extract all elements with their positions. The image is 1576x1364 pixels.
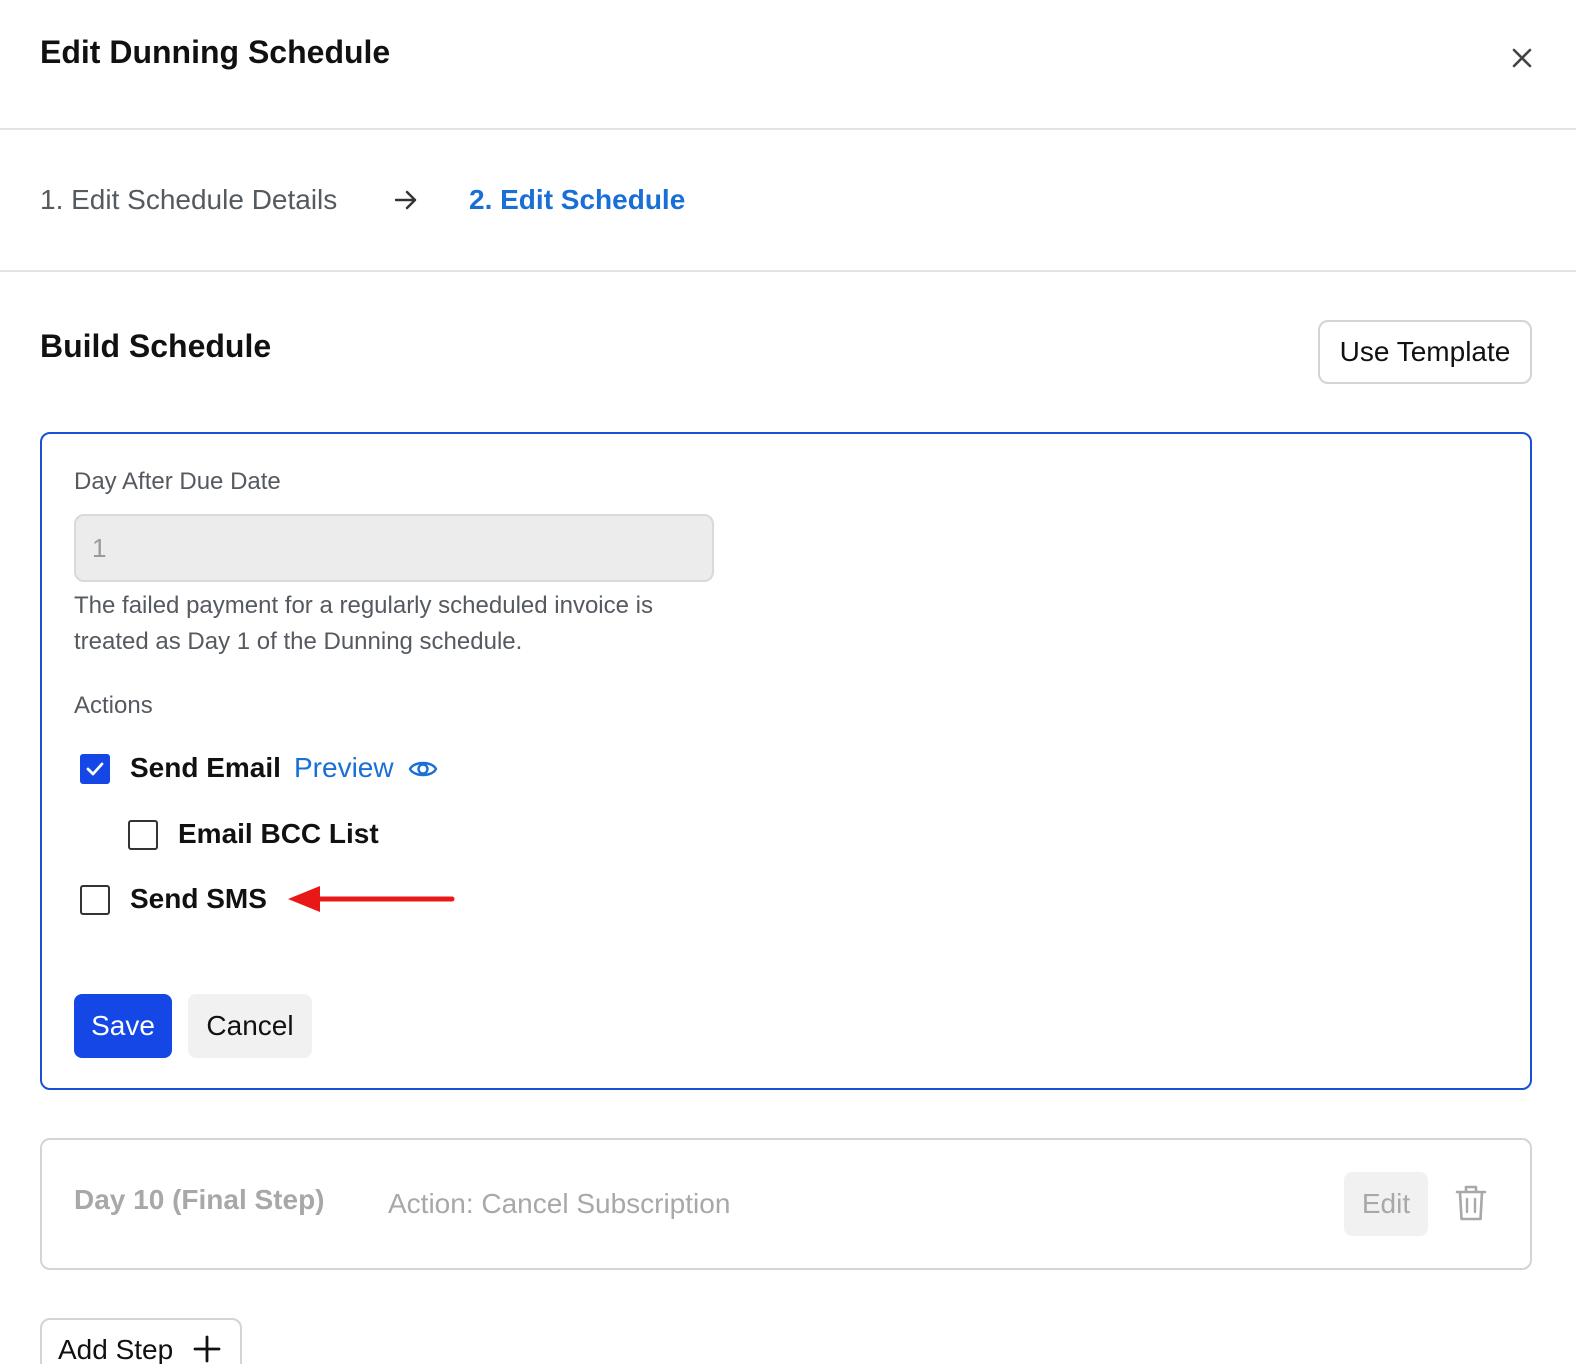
modal-header: Edit Dunning Schedule [0, 0, 1576, 130]
step-edit-schedule-details[interactable]: 1. Edit Schedule Details [40, 184, 337, 216]
send-sms-checkbox[interactable] [80, 885, 110, 915]
final-step-card: Day 10 (Final Step) Action: Cancel Subsc… [40, 1138, 1532, 1270]
plus-icon [193, 1335, 221, 1363]
final-step-action: Action: Cancel Subscription [388, 1188, 731, 1219]
close-icon[interactable] [1506, 42, 1538, 74]
edit-final-step-button[interactable]: Edit [1344, 1172, 1428, 1236]
final-step-title: Day 10 (Final Step) [74, 1184, 325, 1215]
checkmark-icon [86, 762, 104, 776]
schedule-step-editor: Day After Due Date The failed payment fo… [40, 432, 1532, 1090]
send-email-checkbox[interactable] [80, 754, 110, 784]
modal-title: Edit Dunning Schedule [40, 34, 391, 70]
email-bcc-list-label[interactable]: Email BCC List [178, 818, 379, 850]
trash-icon[interactable] [1454, 1184, 1488, 1222]
stepper: 1. Edit Schedule Details 2. Edit Schedul… [0, 130, 1576, 272]
use-template-button[interactable]: Use Template [1318, 320, 1532, 384]
day-after-due-date-label: Day After Due Date [74, 468, 281, 495]
preview-link[interactable]: Preview [294, 752, 394, 784]
step-edit-schedule[interactable]: 2. Edit Schedule [469, 184, 685, 216]
actions-label: Actions [74, 692, 153, 719]
eye-icon[interactable] [408, 754, 438, 784]
red-arrow-icon [288, 886, 455, 912]
cancel-button[interactable]: Cancel [188, 994, 312, 1058]
helper-text: The failed payment for a regularly sched… [74, 592, 653, 655]
section-title: Build Schedule [40, 328, 272, 364]
arrow-right-icon [394, 190, 417, 210]
save-button[interactable]: Save [74, 994, 172, 1058]
send-email-label[interactable]: Send Email [130, 752, 281, 784]
email-bcc-list-checkbox[interactable] [128, 820, 158, 850]
day-after-due-date-input[interactable] [74, 514, 714, 582]
send-sms-label[interactable]: Send SMS [130, 883, 267, 915]
add-step-button[interactable]: Add Step [40, 1318, 242, 1364]
add-step-label: Add Step [58, 1334, 174, 1364]
